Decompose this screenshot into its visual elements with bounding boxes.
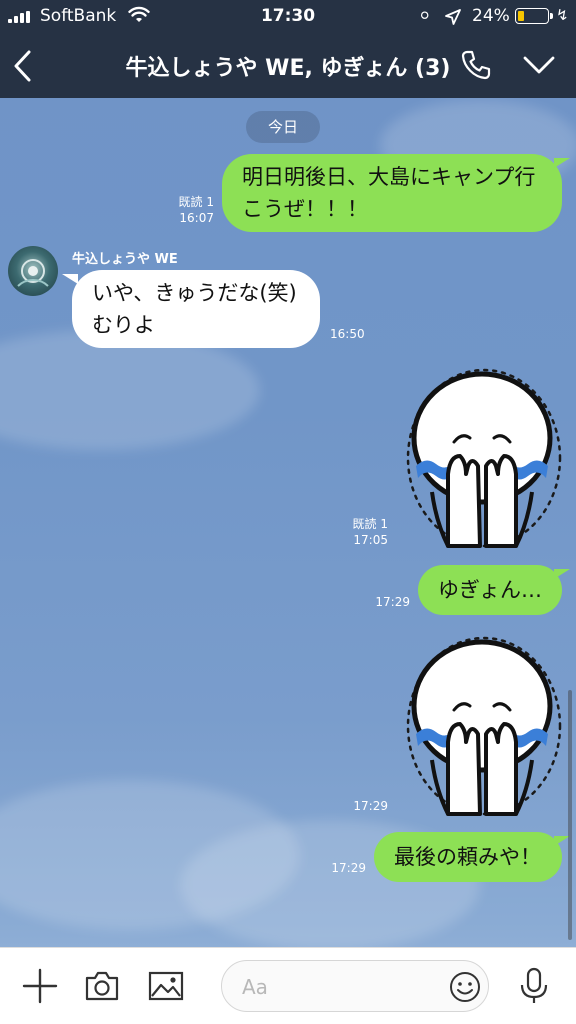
read-label: 既読 1 bbox=[178, 195, 214, 209]
read-label: 既読 1 bbox=[352, 517, 388, 531]
charging-bolt-icon: ↯ bbox=[556, 6, 569, 24]
image-icon[interactable] bbox=[146, 966, 186, 1006]
status-bar: SoftBank 17:30 ⚪ 24% ↯ bbox=[0, 0, 576, 32]
emoji-icon[interactable] bbox=[448, 970, 482, 1004]
read-receipt: 既読 1 17:05 bbox=[342, 516, 388, 548]
scrollbar[interactable] bbox=[568, 690, 572, 940]
message-time: 17:29 bbox=[353, 799, 388, 813]
battery-icon bbox=[515, 8, 553, 24]
location-arrow-icon bbox=[445, 9, 461, 25]
plus-icon[interactable] bbox=[20, 966, 60, 1006]
avatar[interactable] bbox=[8, 246, 58, 296]
message-input-wrapper bbox=[221, 960, 489, 1012]
message-line: むりよ bbox=[92, 313, 155, 337]
date-separator: 今日 bbox=[246, 111, 320, 143]
read-receipt: 既読 1 16:07 bbox=[168, 194, 214, 226]
message-time: 16:50 bbox=[330, 327, 365, 341]
avatar-image bbox=[17, 259, 49, 287]
message-time: 17:29 bbox=[331, 861, 366, 875]
bubble-tail bbox=[62, 274, 78, 284]
chevron-down-icon[interactable] bbox=[522, 52, 556, 78]
message-line: こうぜ！！！ bbox=[242, 197, 368, 221]
message-time: 16:07 bbox=[179, 211, 214, 225]
battery-percent: 24% bbox=[472, 6, 510, 26]
input-bar bbox=[0, 947, 576, 1024]
phone-icon[interactable] bbox=[459, 48, 493, 82]
orientation-lock-icon: ⚪ bbox=[418, 6, 432, 25]
sender-name: 牛込しょうや WE bbox=[72, 252, 178, 267]
camera-icon[interactable] bbox=[82, 966, 122, 1006]
crying-face-sticker[interactable] bbox=[402, 630, 562, 820]
message-bubble-incoming[interactable]: いや、きゅうだな(笑) むりよ bbox=[72, 270, 320, 348]
message-bubble-outgoing[interactable]: 最後の頼みや！ bbox=[374, 832, 562, 882]
line-chat-screen: SoftBank 17:30 ⚪ 24% ↯ 牛込しょうや WE, ゆぎょん (… bbox=[0, 0, 576, 1024]
message-line: 明日明後日、大島にキャンプ行 bbox=[242, 165, 536, 189]
message-bubble-outgoing[interactable]: ゆぎょん… bbox=[418, 565, 562, 615]
message-time: 17:05 bbox=[353, 533, 388, 547]
bubble-tail bbox=[554, 158, 570, 168]
message-line: 最後の頼みや！ bbox=[394, 845, 541, 869]
bubble-tail bbox=[554, 569, 570, 579]
message-bubble-outgoing[interactable]: 明日明後日、大島にキャンプ行 こうぜ！！！ bbox=[222, 154, 562, 232]
crying-face-sticker[interactable] bbox=[402, 362, 562, 552]
message-time: 17:29 bbox=[375, 595, 410, 609]
background-cloud bbox=[0, 330, 260, 450]
message-input[interactable] bbox=[240, 971, 424, 1003]
microphone-icon[interactable] bbox=[514, 966, 554, 1006]
top-bar: SoftBank 17:30 ⚪ 24% ↯ 牛込しょうや WE, ゆぎょん (… bbox=[0, 0, 576, 98]
message-line: ゆぎょん… bbox=[438, 578, 542, 602]
message-line: いや、きゅうだな(笑) bbox=[92, 281, 297, 305]
